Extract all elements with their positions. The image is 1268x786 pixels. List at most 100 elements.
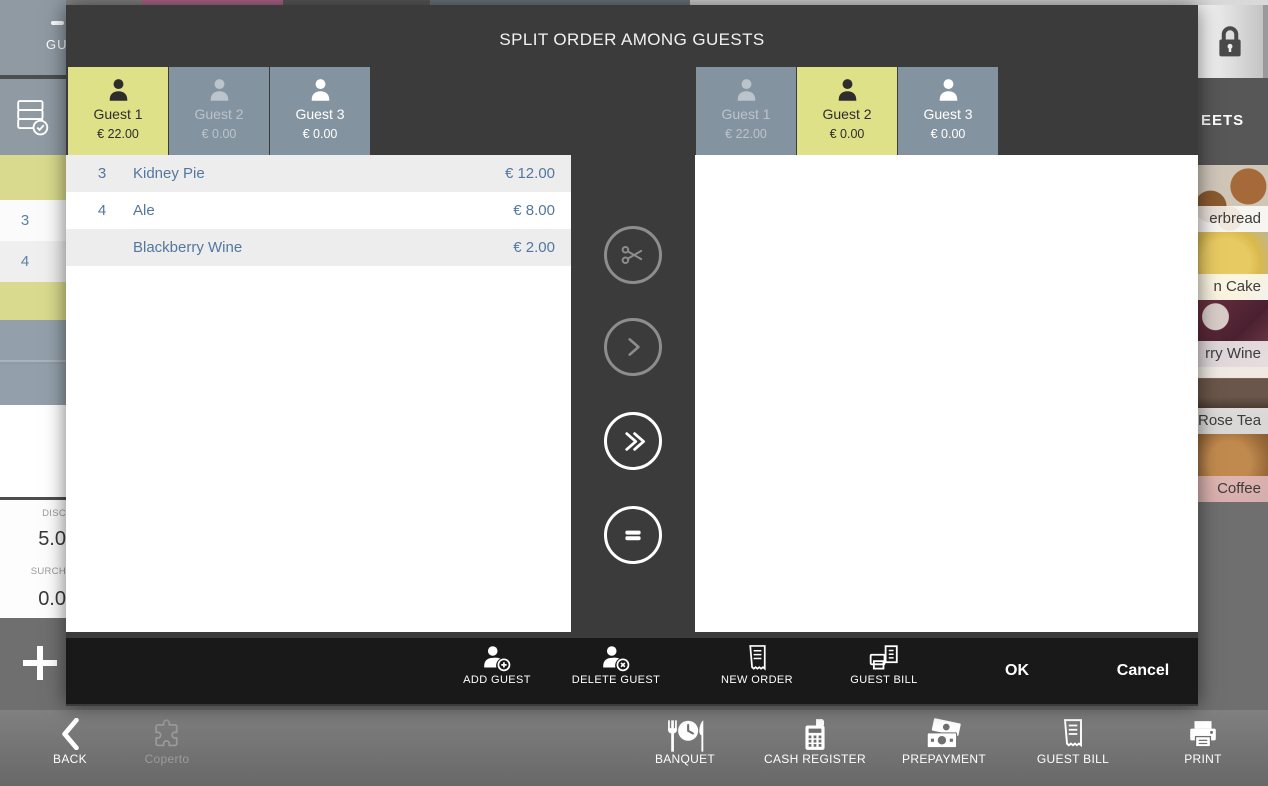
move-one-button[interactable] — [604, 318, 662, 376]
guest-bill-dialog-label: GUEST BILL — [824, 674, 944, 686]
tab-guest-1-right[interactable]: Guest 1 € 22.00 — [696, 67, 796, 155]
item-name: Kidney Pie — [133, 155, 205, 192]
scissors-icon — [619, 241, 647, 269]
person-icon — [270, 76, 370, 104]
order-row-selected[interactable] — [0, 320, 66, 362]
menu-item-coffee[interactable]: Coffee — [1198, 434, 1268, 502]
person-icon — [696, 76, 796, 104]
tab-guest-3-right[interactable]: Guest 3 € 0.00 — [898, 67, 998, 155]
receipt-icon — [1013, 710, 1133, 752]
item-price: € 8.00 — [513, 192, 555, 229]
coperto-label: Coperto — [107, 752, 227, 766]
delete-guest-label: DELETE GUEST — [556, 674, 676, 686]
panel-edge — [1263, 5, 1268, 78]
menu-item-label: Rose Tea — [1198, 408, 1268, 434]
guest-amount: € 0.00 — [898, 127, 998, 141]
tab-guest-2-left[interactable]: Guest 2 € 0.00 — [169, 67, 269, 155]
guest-name: Guest 2 — [797, 106, 897, 122]
ok-button[interactable]: OK — [977, 638, 1057, 704]
add-guest-button[interactable]: ADD GUEST — [437, 638, 557, 704]
printer-document-icon — [824, 638, 944, 674]
item-qty: 3 — [92, 155, 112, 192]
guest-bill-button[interactable]: GUEST BILL — [1013, 710, 1133, 786]
cash-register-button[interactable]: CASH REGISTER — [755, 710, 875, 786]
add-item-area[interactable] — [0, 618, 66, 710]
background-order-panel: GU 3 4 DISC 5.0 SURCH 0.0 — [0, 0, 66, 786]
menu-item-gingerbread[interactable]: erbread — [1198, 165, 1268, 232]
print-button[interactable]: PRINT — [1143, 710, 1263, 786]
prepayment-button[interactable]: PREPAYMENT — [884, 710, 1004, 786]
split-order-dialog: SPLIT ORDER AMONG GUESTS Guest 1 € 22.00… — [66, 5, 1198, 706]
order-row[interactable]: 3 — [0, 200, 66, 241]
print-label: PRINT — [1143, 752, 1263, 766]
banknotes-icon — [884, 710, 1004, 752]
target-order-list[interactable] — [695, 155, 1198, 632]
new-order-button[interactable]: NEW ORDER — [697, 638, 817, 704]
tab-guest-2-right[interactable]: Guest 2 € 0.00 — [797, 67, 897, 155]
puzzle-icon — [107, 710, 227, 752]
totals-area: DISC 5.0 SURCH 0.0 — [0, 500, 66, 618]
guest-amount: € 22.00 — [696, 127, 796, 141]
order-item-row[interactable]: Blackberry Wine € 2.00 — [66, 229, 571, 266]
menu-item-rose-tea[interactable]: Rose Tea — [1198, 367, 1268, 434]
source-guest-tabs: Guest 1 € 22.00 Guest 2 € 0.00 Guest 3 €… — [68, 67, 371, 155]
order-row-highlight[interactable] — [0, 282, 66, 320]
guest-amount: € 0.00 — [169, 127, 269, 141]
split-equally-button[interactable] — [604, 506, 662, 564]
person-icon — [68, 76, 168, 104]
new-order-label: NEW ORDER — [697, 674, 817, 686]
item-price: € 2.00 — [513, 229, 555, 266]
order-panel-blank — [0, 405, 66, 497]
guest-name: Guest 1 — [68, 106, 168, 122]
guest-name: Guest 1 — [696, 106, 796, 122]
surcharge-value: 0.0 — [0, 588, 66, 611]
menu-item-cake[interactable]: n Cake — [1198, 232, 1268, 300]
move-all-button[interactable] — [604, 412, 662, 470]
cash-register-label: CASH REGISTER — [755, 752, 875, 766]
banquet-button[interactable]: BANQUET — [625, 710, 745, 786]
category-header-sweets[interactable]: EETS — [1198, 78, 1268, 165]
coperto-button[interactable]: Coperto — [107, 710, 227, 786]
split-item-button[interactable] — [604, 226, 662, 284]
guest-name: Guest 2 — [169, 106, 269, 122]
person-icon — [169, 76, 269, 104]
tables-icon[interactable] — [15, 96, 55, 144]
guest-name: Guest 3 — [898, 106, 998, 122]
guest-name: Guest 3 — [270, 106, 370, 122]
dialog-footer: ADD GUEST DELETE GUEST NEW ORDER — [66, 638, 1198, 704]
guest-bill-dialog-button[interactable]: GUEST BILL — [824, 638, 944, 704]
cancel-button[interactable]: Cancel — [1103, 638, 1183, 704]
order-item-row[interactable]: 4 Ale € 8.00 — [66, 192, 571, 229]
lock-icon — [1215, 24, 1245, 60]
guest-bill-label: GUEST BILL — [1013, 752, 1133, 766]
order-row-highlight[interactable] — [0, 155, 66, 200]
person-icon — [898, 76, 998, 104]
menu-item-label: n Cake — [1198, 274, 1268, 300]
category-label-partial: EETS — [1201, 112, 1244, 129]
menu-item-blackberry-wine[interactable]: rry Wine — [1198, 300, 1268, 367]
person-x-icon — [556, 638, 676, 674]
add-guest-label: ADD GUEST — [437, 674, 557, 686]
order-item-row[interactable]: 3 Kidney Pie € 12.00 — [66, 155, 571, 192]
order-row[interactable]: 4 — [0, 241, 66, 282]
dialog-title: SPLIT ORDER AMONG GUESTS — [66, 30, 1198, 50]
order-qty: 4 — [0, 241, 50, 282]
discount-value: 5.0 — [0, 528, 66, 551]
tab-guest-1-left[interactable]: Guest 1 € 22.00 — [68, 67, 168, 155]
item-price: € 12.00 — [505, 155, 555, 192]
lock-area[interactable] — [1198, 5, 1263, 78]
banquet-label: BANQUET — [625, 752, 745, 766]
menu-item-label: erbread — [1198, 206, 1268, 232]
order-qty: 3 — [0, 200, 50, 241]
tab-guest-3-left[interactable]: Guest 3 € 0.00 — [270, 67, 370, 155]
menu-item-label: Coffee — [1198, 476, 1268, 502]
guest-amount: € 0.00 — [270, 127, 370, 141]
surcharge-label-partial: SURCH — [0, 566, 66, 577]
menu-item-label: rry Wine — [1198, 341, 1268, 367]
item-name: Blackberry Wine — [133, 229, 242, 266]
order-row-selected[interactable] — [0, 364, 66, 405]
equals-icon — [620, 522, 646, 548]
receipt-icon — [697, 638, 817, 674]
delete-guest-button[interactable]: DELETE GUEST — [556, 638, 676, 704]
item-qty: 4 — [92, 192, 112, 229]
